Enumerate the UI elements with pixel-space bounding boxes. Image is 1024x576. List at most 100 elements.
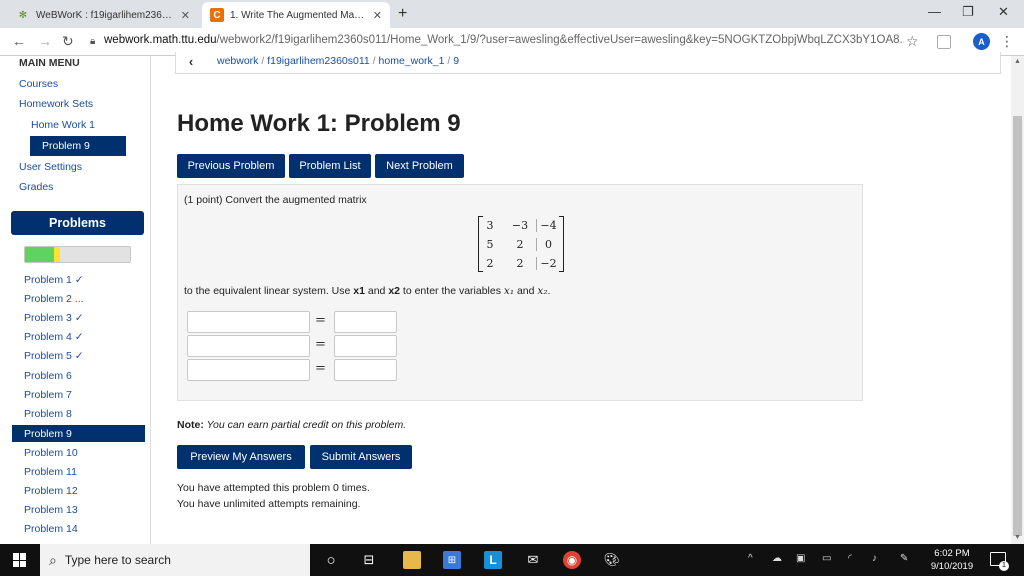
task-view-icon[interactable]: ⊟ xyxy=(360,551,378,569)
math-variable: x₁ xyxy=(503,285,515,297)
bookmark-star-icon[interactable]: ☆ xyxy=(906,33,919,50)
sidebar-item-user-settings[interactable]: User Settings xyxy=(19,161,82,173)
breadcrumb-item[interactable]: webwork xyxy=(217,55,258,67)
problem-link[interactable]: Problem 8 xyxy=(24,408,72,420)
notification-count-badge: 1 xyxy=(999,561,1009,571)
tab-webwork[interactable]: ✻ WeBWorK : f19igarlihem2360s011 ✕ xyxy=(8,2,198,28)
problem-link[interactable]: Problem 4 ✓ xyxy=(24,331,84,343)
breadcrumb-separator: / xyxy=(447,55,451,67)
mail-icon[interactable]: ✉ xyxy=(524,551,542,569)
lync-icon[interactable]: L xyxy=(484,551,502,569)
windows-start-icon[interactable] xyxy=(13,553,27,567)
problem-link[interactable]: Problem 3 ✓ xyxy=(24,312,84,324)
answer-rhs-input-1[interactable] xyxy=(334,311,397,333)
onedrive-icon[interactable]: ☁ xyxy=(772,553,782,564)
sidebar-item-grades[interactable]: Grades xyxy=(19,181,53,193)
cortana-icon[interactable]: ○ xyxy=(322,551,340,569)
instruction-part: . xyxy=(547,285,551,297)
file-explorer-icon[interactable] xyxy=(403,551,421,569)
volume-icon[interactable]: ♪ xyxy=(872,553,877,564)
scroll-down-arrow-icon[interactable]: ▼ xyxy=(1014,534,1021,541)
previous-problem-button[interactable]: Previous Problem xyxy=(177,154,285,178)
chrome-icon[interactable]: ◉ xyxy=(563,551,581,569)
problem-list-button[interactable]: Problem List xyxy=(289,154,371,178)
tab-title: 1. Write The Augmented Matrix xyxy=(230,9,367,21)
close-window-icon[interactable]: ✕ xyxy=(998,4,1009,20)
matrix-cell: −4 xyxy=(536,219,560,232)
problem-link-current[interactable]: Problem 9 xyxy=(12,425,145,442)
paint-icon[interactable]: 🎨︎ xyxy=(603,551,621,569)
preview-answers-button[interactable]: Preview My Answers xyxy=(177,445,305,469)
back-arrow-icon[interactable]: ← xyxy=(12,33,26,49)
answer-lhs-input-1[interactable] xyxy=(187,311,310,333)
close-tab-icon[interactable]: ✕ xyxy=(373,9,382,22)
pen-icon[interactable]: ✎ xyxy=(900,553,908,564)
problem-link[interactable]: Problem 12 xyxy=(24,485,78,497)
browser-menu-icon[interactable]: ⋮ xyxy=(1000,33,1014,50)
wifi-icon[interactable]: ◜ xyxy=(848,553,852,564)
sidebar-item-problem-9[interactable]: Problem 9 xyxy=(30,136,126,156)
instruction-part: and xyxy=(514,285,538,297)
battery-icon[interactable]: ▭ xyxy=(822,553,831,564)
equals-sign: = xyxy=(315,313,326,328)
tab-title: WeBWorK : f19igarlihem2360s011 xyxy=(36,9,175,21)
problem-link[interactable]: Problem 7 xyxy=(24,389,72,401)
taskbar-clock[interactable]: 6:02 PM 9/10/2019 xyxy=(920,547,984,573)
sidebar-item-courses[interactable]: Courses xyxy=(19,78,58,90)
math-variable: x₂ xyxy=(537,285,548,297)
breadcrumb-links: webwork / f19igarlihem2360s011 / home_wo… xyxy=(217,55,459,67)
progress-fill xyxy=(25,247,60,262)
reload-icon[interactable]: ↻ xyxy=(62,33,74,50)
matrix-cell: 3 xyxy=(486,219,494,232)
breadcrumb-separator: / xyxy=(261,55,265,67)
answer-lhs-input-2[interactable] xyxy=(187,335,310,357)
webwork-favicon-icon: ✻ xyxy=(18,9,28,21)
sidebar-item-homework-sets[interactable]: Homework Sets xyxy=(19,98,93,110)
tray-expand-icon[interactable]: ^ xyxy=(748,553,753,564)
augmented-matrix: 3 −3 −4 5 2 0 2 2 −2 xyxy=(478,216,564,272)
url-field[interactable]: webwork.math.ttu.edu/webwork2/f19igarlih… xyxy=(104,34,904,46)
profile-avatar[interactable]: A xyxy=(973,33,990,50)
answer-lhs-input-3[interactable] xyxy=(187,359,310,381)
clock-date: 9/10/2019 xyxy=(930,561,974,572)
camera-icon[interactable]: ▣ xyxy=(796,553,805,564)
breadcrumb-item[interactable]: f19igarlihem2360s011 xyxy=(267,55,370,67)
problem-link[interactable]: Problem 1 ✓ xyxy=(24,274,84,286)
minimize-icon[interactable]: — xyxy=(928,4,941,19)
problem-link[interactable]: Problem 10 xyxy=(24,447,78,459)
taskbar-search-box[interactable]: ⌕ Type here to search xyxy=(40,544,310,576)
forward-arrow-icon[interactable]: → xyxy=(38,33,52,49)
restore-icon[interactable]: ❐ xyxy=(962,4,974,20)
sidebar-item-home-work-1[interactable]: Home Work 1 xyxy=(31,119,95,131)
search-placeholder: Type here to search xyxy=(64,553,171,567)
problem-link[interactable]: Problem 13 xyxy=(24,504,78,516)
remaining-attempts-text: You have unlimited attempts remaining. xyxy=(177,498,361,510)
matrix-cell: −3 xyxy=(511,219,529,232)
scroll-thumb[interactable] xyxy=(1013,116,1022,536)
partial-credit-note: Note: You can earn partial credit on thi… xyxy=(177,419,406,431)
breadcrumb-back-icon[interactable]: ‹ xyxy=(180,52,202,70)
next-problem-button[interactable]: Next Problem xyxy=(375,154,464,178)
new-tab-button[interactable]: + xyxy=(398,5,407,23)
problem-link[interactable]: Problem 6 xyxy=(24,370,72,382)
submit-answers-button[interactable]: Submit Answers xyxy=(310,445,412,469)
extension-icon[interactable] xyxy=(937,35,951,49)
attempts-text: You have attempted this problem 0 times. xyxy=(177,482,370,494)
page-scrollbar[interactable]: ▲ ▼ xyxy=(1011,56,1024,544)
breadcrumb-item[interactable]: home_work_1 xyxy=(379,55,445,67)
problem-intro-text: (1 point) Convert the augmented matrix xyxy=(184,194,367,206)
variable-name: x2 xyxy=(388,285,400,297)
scroll-up-arrow-icon[interactable]: ▲ xyxy=(1014,58,1021,65)
problem-link[interactable]: Problem 11 xyxy=(24,466,77,478)
close-tab-icon[interactable]: ✕ xyxy=(181,9,190,22)
store-icon[interactable]: ⊞ xyxy=(443,551,461,569)
answer-rhs-input-3[interactable] xyxy=(334,359,397,381)
problem-link[interactable]: Problem 14 xyxy=(24,523,78,535)
problems-header: Problems xyxy=(11,211,144,235)
search-icon: ⌕ xyxy=(49,551,57,568)
answer-rhs-input-2[interactable] xyxy=(334,335,397,357)
problem-link[interactable]: Problem 5 ✓ xyxy=(24,350,84,362)
instruction-part: and xyxy=(364,285,389,297)
tab-chegg[interactable]: C 1. Write The Augmented Matrix ✕ xyxy=(202,2,390,28)
problem-link[interactable]: Problem 2 ... xyxy=(24,293,84,305)
